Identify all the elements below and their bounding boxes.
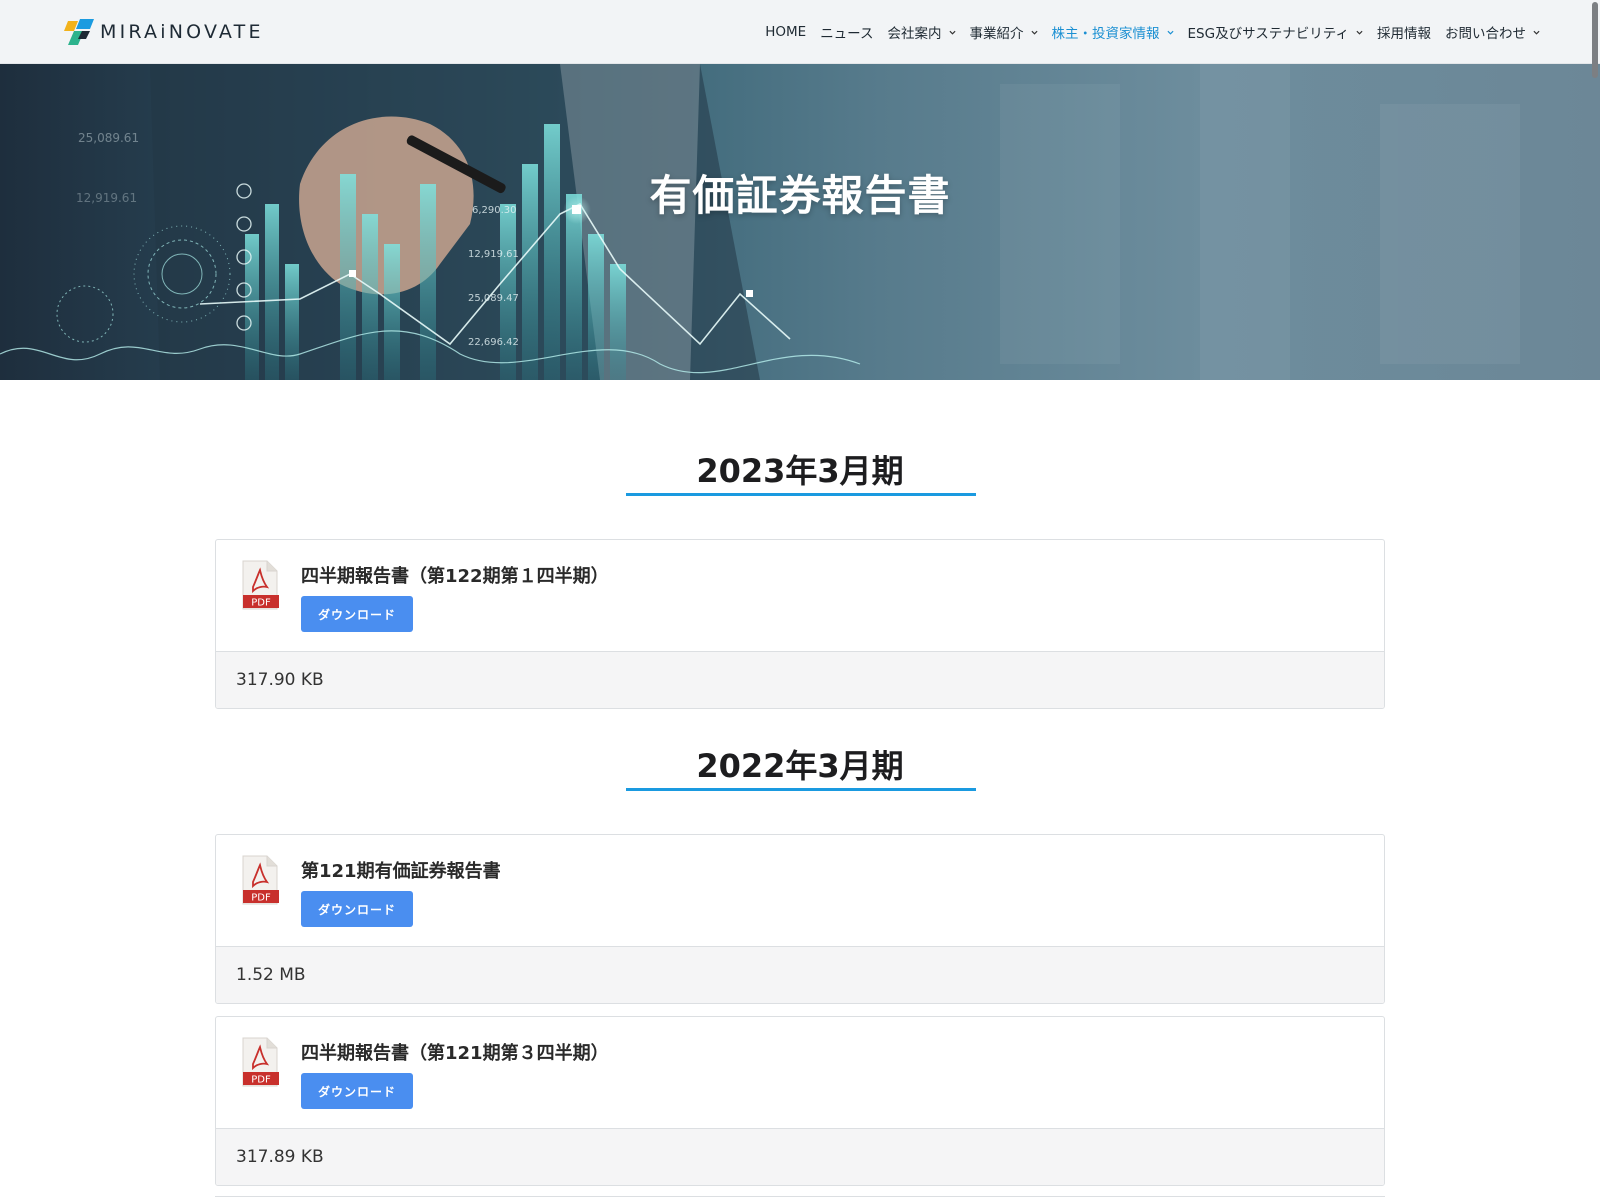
document-card-body: PDF 四半期報告書（第121期第３四半期） ダウンロード <box>216 1017 1384 1129</box>
nav-recruit[interactable]: 採用情報 <box>1377 22 1431 42</box>
section-underline <box>626 788 976 791</box>
logo-mark-icon <box>64 19 94 45</box>
document-title: 四半期報告書（第122期第１四半期） <box>301 566 609 587</box>
nav-company-label: 会社案内 <box>887 26 942 42</box>
svg-text:PDF: PDF <box>251 1075 271 1086</box>
chevron-down-icon <box>1030 30 1038 35</box>
section-heading-2022: 2022年3月期 <box>696 747 904 785</box>
nav-home[interactable]: HOME <box>765 24 806 40</box>
download-button[interactable]: ダウンロード <box>301 891 413 927</box>
nav-esg[interactable]: ESG及びサステナビリティ <box>1188 22 1363 42</box>
site-header: MIRAiNOVATE HOME ニュース 会社案内 事業紹介 株主・投資家情報… <box>0 0 1600 64</box>
main-navigation: HOME ニュース 会社案内 事業紹介 株主・投資家情報 ESG及びサステナビリ… <box>751 0 1540 64</box>
pdf-icon: PDF <box>242 560 279 610</box>
chevron-down-icon <box>948 30 956 35</box>
document-card-body: PDF 四半期報告書（第122期第１四半期） ダウンロード <box>216 540 1384 652</box>
page-title: 有価証券報告書 <box>649 171 951 220</box>
logo-text: MIRAiNOVATE <box>100 21 264 43</box>
chevron-down-icon <box>1533 30 1540 35</box>
document-card-body: PDF 第121期有価証券報告書 ダウンロード <box>216 835 1384 947</box>
document-title: 第121期有価証券報告書 <box>301 861 501 882</box>
nav-home-label: HOME <box>765 24 807 40</box>
hero-figure-2: 12,919.61 <box>468 249 519 260</box>
chevron-down-icon <box>1356 30 1363 35</box>
nav-investor-relations[interactable]: 株主・投資家情報 <box>1052 22 1174 42</box>
nav-business[interactable]: 事業紹介 <box>970 22 1038 42</box>
pdf-icon: PDF <box>242 855 279 905</box>
pdf-icon: PDF <box>242 1037 279 1087</box>
hero-banner: 6,290.30 12,919.61 25,089.47 22,696.42 2… <box>0 64 1600 380</box>
document-card-partial <box>215 1196 1385 1200</box>
section-heading-2023: 2023年3月期 <box>696 452 904 490</box>
nav-news[interactable]: ニュース <box>820 22 873 42</box>
hero-figure-5: 25,089.61 <box>78 131 139 145</box>
document-card: PDF 四半期報告書（第122期第１四半期） ダウンロード 317.90 KB <box>215 539 1385 709</box>
nav-contact[interactable]: お問い合わせ <box>1445 22 1540 42</box>
site-logo[interactable]: MIRAiNOVATE <box>64 16 264 48</box>
hero-figure-4: 22,696.42 <box>468 337 519 348</box>
file-size: 1.52 MB <box>216 947 1384 1003</box>
nav-recruit-label: 採用情報 <box>1377 26 1431 42</box>
document-card: PDF 四半期報告書（第121期第３四半期） ダウンロード 317.89 KB <box>215 1016 1385 1186</box>
download-button[interactable]: ダウンロード <box>301 1073 413 1109</box>
section-underline <box>626 493 976 496</box>
page-scrollbar[interactable] <box>1592 2 1598 78</box>
nav-company[interactable]: 会社案内 <box>888 22 956 42</box>
chevron-down-icon <box>1166 30 1174 35</box>
nav-investor-relations-label: 株主・投資家情報 <box>1051 26 1160 42</box>
file-size: 317.90 KB <box>216 652 1384 708</box>
download-button[interactable]: ダウンロード <box>301 596 413 632</box>
nav-contact-label: お問い合わせ <box>1445 26 1526 42</box>
nav-esg-label: ESG及びサステナビリティ <box>1187 26 1349 42</box>
svg-text:PDF: PDF <box>251 893 271 904</box>
hero-figure-3: 25,089.47 <box>468 293 519 304</box>
nav-business-label: 事業紹介 <box>969 26 1024 42</box>
document-card: PDF 第121期有価証券報告書 ダウンロード 1.52 MB <box>215 834 1385 1004</box>
nav-news-label: ニュース <box>820 26 874 42</box>
svg-text:PDF: PDF <box>251 598 271 609</box>
document-title: 四半期報告書（第121期第３四半期） <box>301 1043 609 1064</box>
file-size: 317.89 KB <box>216 1129 1384 1185</box>
